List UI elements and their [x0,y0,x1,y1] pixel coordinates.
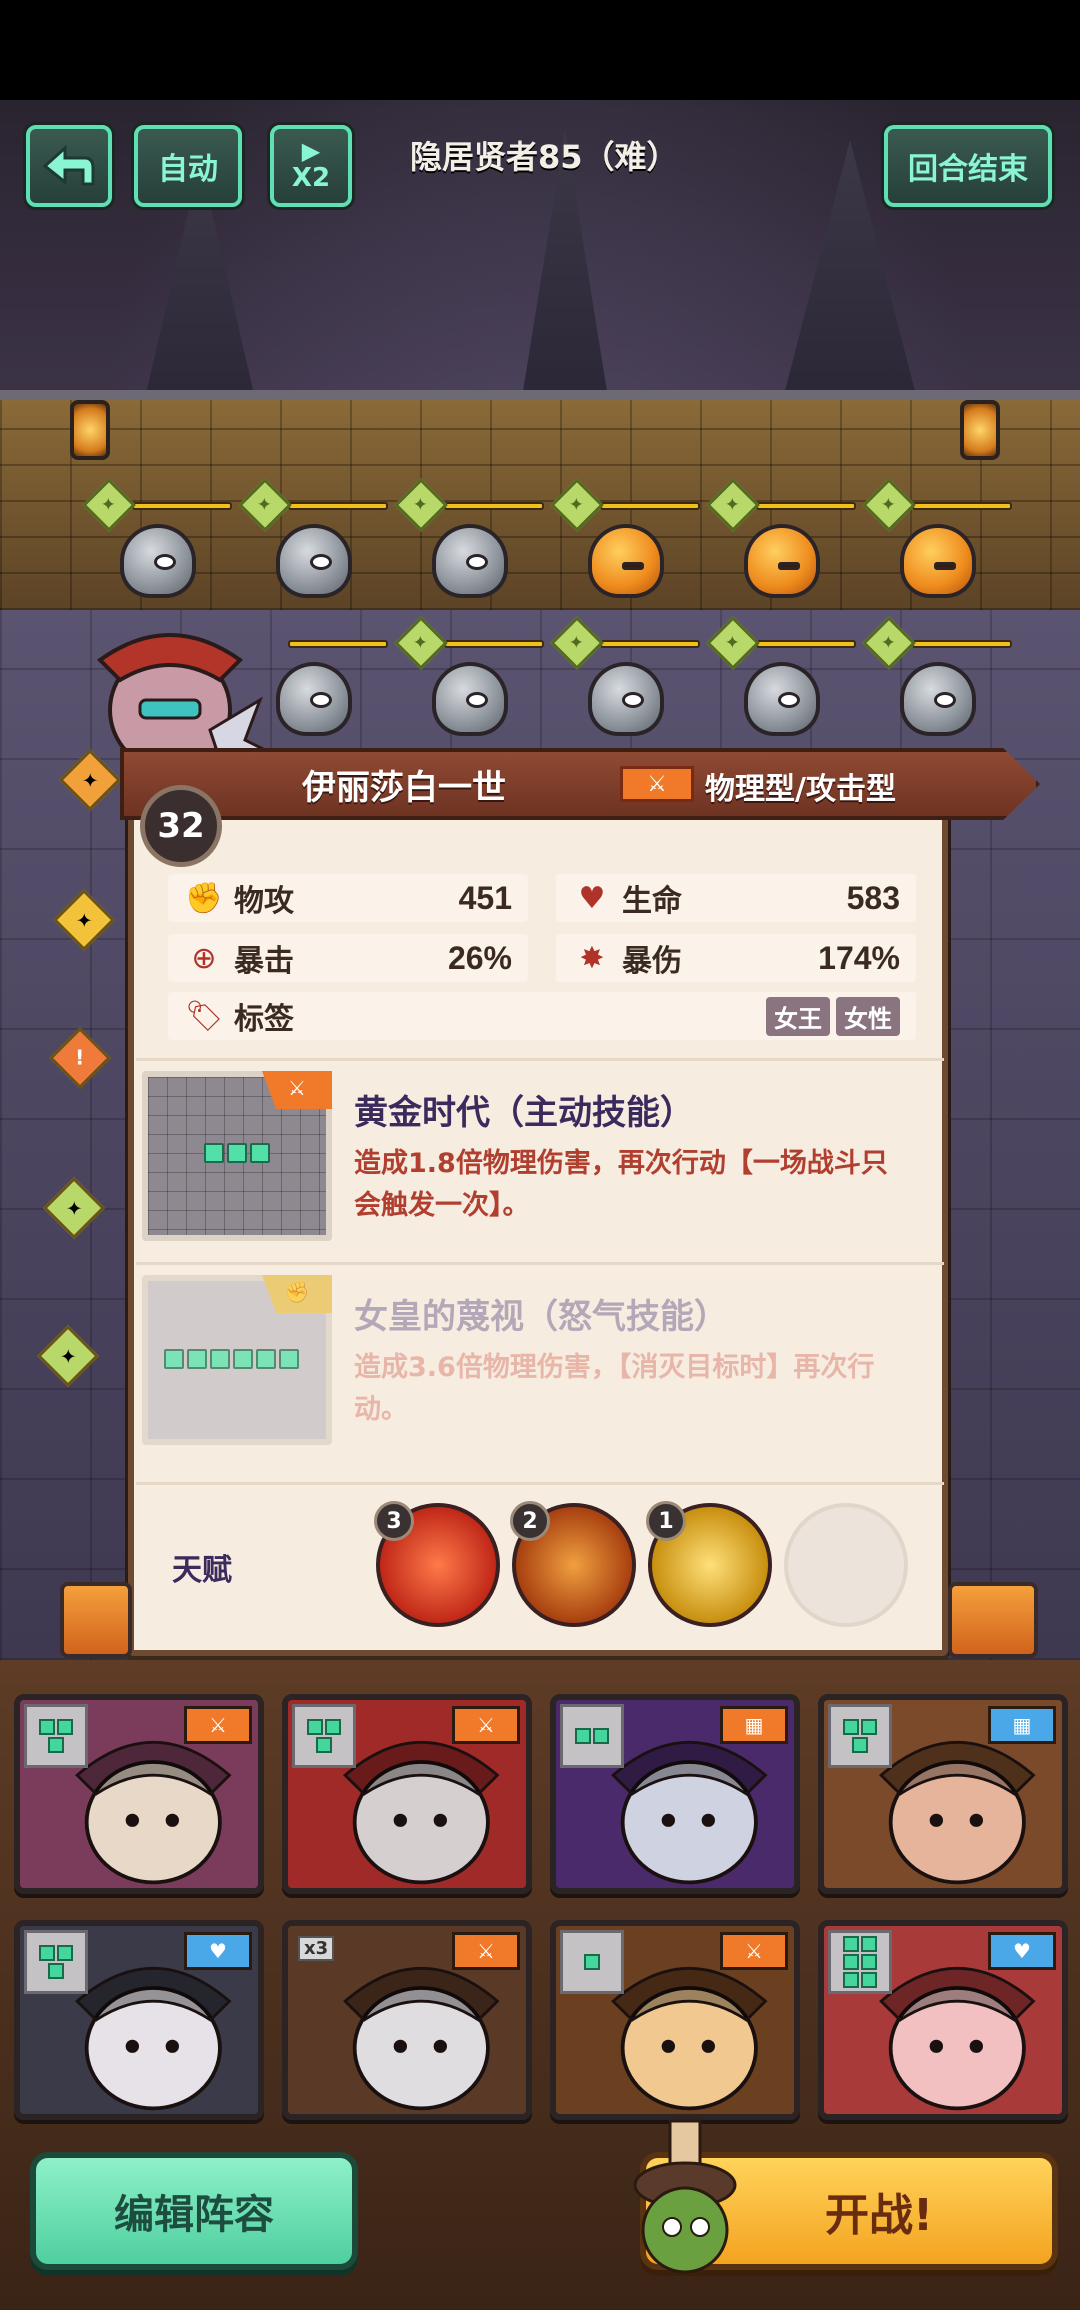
status-bar [0,0,1080,100]
enemy-fire-golem[interactable]: ✦ [550,478,700,610]
stat-physical-attack: ✊ 物攻 451 [168,874,528,922]
stat-health: ♥ 生命 583 [556,874,916,922]
mascot-icon [633,2119,737,2274]
skill-name: 黄金时代（主动技能） [354,1093,694,1133]
chain-icon[interactable]: 2 [510,1501,636,1627]
enemy-stone-golem[interactable]: ✦ [394,616,544,748]
sword-icon: ⚔ [184,1706,252,1744]
empty-talent-slot[interactable] [784,1503,908,1627]
piece-shape [24,1704,88,1768]
back-arrow-icon [42,144,95,186]
stat-label: 生命 [622,884,682,919]
burst-icon: ✸ [579,940,605,976]
hero-bar-left [60,1582,132,1658]
stat-crit-damage: ✸ 暴伤 174% [556,934,916,982]
enemy-stone-golem[interactable]: ✦ [862,616,1012,748]
talent-level: 3 [374,1501,414,1541]
sword-icon: ⚔ [452,1706,520,1744]
shield-icon: ▦ [988,1706,1056,1744]
enemy-stone-golem[interactable]: ✦ [238,478,388,610]
hero-level-badge: 32 [140,785,222,867]
stat-label: 暴伤 [622,944,682,979]
enemy-stone-golem[interactable]: ✦ [394,478,544,610]
skill-description: 造成3.6倍物理伤害，【消灭目标时】再次行动。 [354,1352,875,1425]
count-badge: x3 [298,1936,335,1961]
skill-shape-grid: ✊ [142,1275,332,1445]
piece-shape [292,1704,356,1768]
talent-level: 2 [510,1501,550,1541]
hero-type: 物理型/攻击型 [705,772,896,807]
crosshair-icon[interactable]: 3 [374,1501,500,1627]
rage-icon: ✊ [262,1275,332,1313]
hero-card[interactable]: ⚔ [14,1694,264,1894]
end-turn-button[interactable]: 回合结束 [884,125,1052,207]
stage-title: 隐居贤者85（难） [410,138,679,176]
stat-value: 583 [846,879,900,916]
talent-label: 天赋 [172,1553,232,1588]
hero-card[interactable]: ⚔ [282,1694,532,1894]
speed-button[interactable]: ▶ X2 [270,125,352,207]
sword-icon: ⚔ [262,1071,332,1109]
auto-label: 自动 [158,152,218,187]
skill-rage[interactable]: ✊ 女皇的蔑视（怒气技能） 造成3.6倍物理伤害，【消灭目标时】再次行动。 [136,1262,944,1448]
hero-bar-right [948,1582,1038,1658]
heart-icon: ♥ [184,1932,252,1970]
enemy-stone-golem[interactable] [264,640,388,748]
lantern-icon [960,400,1000,460]
sword-icon: ⚔ [720,1932,788,1970]
skill-shape-grid: ⚔ [142,1071,332,1241]
crosshair-icon: ⊕ [191,940,217,976]
stat-value: 451 [458,879,512,916]
stat-label: 标签 [234,1002,294,1037]
piece-shape [560,1930,624,1994]
piece-shape [828,1930,892,1994]
back-button[interactable] [26,125,112,207]
skill-description: 造成1.8倍物理伤害，再次行动【一场战斗只会触发一次】。 [354,1148,888,1221]
stat-tags: 🏷 标签 女王 女性 [168,992,916,1040]
hero-name: 伊丽莎白一世 [302,768,506,808]
talent-row: 天赋 3 2 1 [136,1482,944,1632]
fist-icon: ✊ [185,880,223,916]
stat-crit-rate: ⊕ 暴击 26% [168,934,528,982]
tag-chip: 女性 [836,996,900,1036]
piece-shape [560,1704,624,1768]
heart-icon: ♥ [578,880,606,916]
lantern-icon [70,400,110,460]
tag-icon: 🏷 [184,998,224,1034]
hero-card[interactable]: ▦ [550,1694,800,1894]
enemy-stone-golem[interactable]: ✦ [550,616,700,748]
enemy-fire-golem[interactable]: ✦ [706,478,856,610]
heart-icon: ♥ [988,1932,1056,1970]
auto-button[interactable]: 自动 [134,125,242,207]
hero-card[interactable]: ♥ [818,1920,1068,2120]
edit-lineup-button[interactable]: 编辑阵容 [30,2152,358,2270]
sword-icon: ⚔ [620,766,694,802]
talent-level: 1 [646,1501,686,1541]
piece-shape [828,1704,892,1768]
stat-label: 暴击 [234,944,294,979]
hero-card[interactable]: ▦ [818,1694,1068,1894]
skill-active[interactable]: ⚔ 黄金时代（主动技能） 造成1.8倍物理伤害，再次行动【一场战斗只会触发一次】… [136,1058,944,1244]
skill-name: 女皇的蔑视（怒气技能） [354,1297,728,1337]
hero-card[interactable]: ⚔ x3 [282,1920,532,2120]
end-turn-label: 回合结束 [908,152,1028,187]
tag-chip: 女王 [766,996,830,1036]
stat-value: 174% [818,939,900,976]
hero-name-ribbon [120,748,1040,820]
shield-icon: ▦ [720,1706,788,1744]
enemy-fire-golem[interactable]: ✦ [862,478,1012,610]
speed-label: X2 [291,163,331,193]
stat-label: 物攻 [234,884,294,919]
piece-shape [24,1930,88,1994]
enemy-stone-golem[interactable]: ✦ [706,616,856,748]
sword-icon: ⚔ [452,1932,520,1970]
hero-card[interactable]: ♥ [14,1920,264,2120]
hero-card[interactable]: ⚔ [550,1920,800,2120]
play-icon: ▶ [301,137,321,165]
stat-value: 26% [447,939,512,976]
fist-icon[interactable]: 1 [646,1501,772,1627]
